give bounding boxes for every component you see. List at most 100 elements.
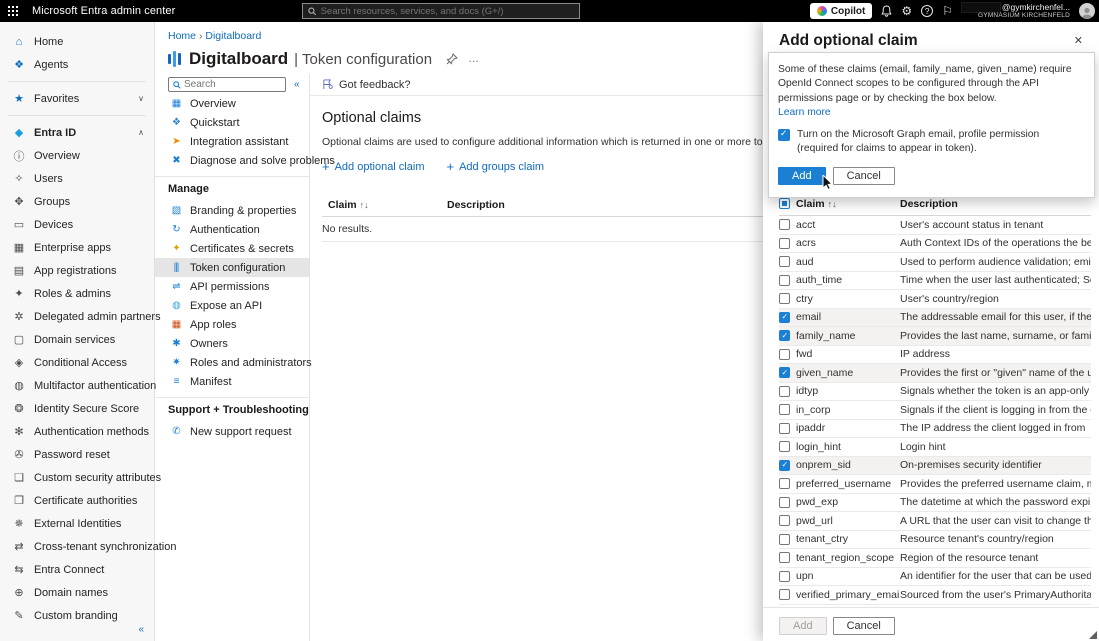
leftnav-item[interactable]: ✦ Roles & admins: [0, 282, 154, 305]
menu-item[interactable]: ↻ Authentication: [155, 220, 309, 239]
graph-permission-option[interactable]: Turn on the Microsoft Graph email, profi…: [778, 128, 1082, 156]
claim-checkbox[interactable]: [779, 552, 790, 563]
claim-checkbox[interactable]: [779, 349, 790, 360]
menu-item[interactable]: ◍ Expose an API: [155, 296, 309, 315]
leftnav-item[interactable]: ✵ External Identities: [0, 512, 154, 535]
claim-row[interactable]: verified_primary_email Sourced from the …: [779, 586, 1091, 605]
claim-row[interactable]: auth_time Time when the user last authen…: [779, 272, 1091, 291]
menu-item[interactable]: ✖ Diagnose and solve problems: [155, 151, 309, 170]
claim-checkbox[interactable]: [779, 515, 790, 526]
leftnav-item[interactable]: ⇆ Entra Connect: [0, 558, 154, 581]
breadcrumb-home-link[interactable]: Home: [168, 30, 196, 42]
menu-item[interactable]: ✆ New support request: [155, 422, 309, 441]
claim-checkbox[interactable]: [779, 367, 790, 378]
leftnav-item[interactable]: ⇄ Cross-tenant synchronization: [0, 535, 154, 558]
claim-checkbox[interactable]: [779, 275, 790, 286]
menu-item[interactable]: ✱ Owners: [155, 334, 309, 353]
claim-row[interactable]: ipaddr The IP address the client logged …: [779, 420, 1091, 439]
claim-checkbox[interactable]: [779, 571, 790, 582]
claim-column-header[interactable]: Claim↑↓: [796, 198, 900, 210]
breadcrumb-current-link[interactable]: Digitalboard: [205, 30, 261, 42]
claim-checkbox[interactable]: [779, 423, 790, 434]
dialog-learn-more-link[interactable]: Learn more: [778, 107, 831, 118]
menu-item[interactable]: ✷ Roles and administrators: [155, 353, 309, 372]
claim-row[interactable]: preferred_username Provides the preferre…: [779, 475, 1091, 494]
claim-row[interactable]: aud Used to perform audience validation;…: [779, 253, 1091, 272]
leftnav-item[interactable]: ◍ Multifactor authentication: [0, 374, 154, 397]
panel-resize-handle[interactable]: [1089, 631, 1097, 639]
leftnav-item[interactable]: ▢ Domain services: [0, 328, 154, 351]
menu-item[interactable]: ✦ Certificates & secrets: [155, 239, 309, 258]
claim-row[interactable]: acct User's account status in tenant: [779, 216, 1091, 235]
menu-item[interactable]: ▧ Branding & properties: [155, 201, 309, 220]
menu-item[interactable]: ▦ App roles: [155, 315, 309, 334]
claim-checkbox[interactable]: [779, 589, 790, 600]
leftnav-item[interactable]: ✥ Groups: [0, 190, 154, 213]
claim-checkbox[interactable]: [779, 497, 790, 508]
claim-checkbox[interactable]: [779, 256, 790, 267]
leftnav-item[interactable]: ⓘ Overview: [0, 144, 154, 167]
account-menu[interactable]: @gymkirchenfel... GYMNASIUM KIRCHENFELD: [962, 3, 1070, 19]
leftnav-item[interactable]: ✻ Authentication methods: [0, 420, 154, 443]
leftnav-item[interactable]: ⌂ Home: [0, 30, 154, 53]
claim-row[interactable]: pwd_exp The datetime at which the passwo…: [779, 494, 1091, 513]
claim-checkbox[interactable]: [779, 219, 790, 230]
menu-item[interactable]: ▦ Overview: [155, 94, 309, 113]
got-feedback-link[interactable]: Got feedback?: [339, 79, 411, 91]
leftnav-item[interactable]: ▦ Enterprise apps: [0, 236, 154, 259]
claim-checkbox[interactable]: [779, 312, 790, 323]
claim-row[interactable]: tenant_region_scope Region of the resour…: [779, 549, 1091, 568]
graph-permission-checkbox[interactable]: [778, 129, 790, 141]
leftnav-item[interactable]: ❐ Certificate authorities: [0, 489, 154, 512]
leftnav-item[interactable]: ⊕ Domain names: [0, 581, 154, 604]
avatar[interactable]: [1079, 3, 1095, 19]
claim-checkbox[interactable]: [779, 460, 790, 471]
panel-cancel-button[interactable]: Cancel: [833, 617, 895, 635]
more-options-icon[interactable]: …: [468, 53, 479, 65]
menu-item[interactable]: ||| Token configuration: [155, 258, 309, 277]
chevron-up-icon[interactable]: ∧: [138, 128, 144, 137]
settings-gear-icon[interactable]: ⚙: [901, 5, 912, 17]
claim-row[interactable]: email The addressable email for this use…: [779, 309, 1091, 328]
menu-item[interactable]: ➤ Integration assistant: [155, 132, 309, 151]
claim-checkbox[interactable]: [779, 330, 790, 341]
leftnav-item[interactable]: ▭ Devices: [0, 213, 154, 236]
menu-search-input[interactable]: [184, 79, 281, 90]
claim-row[interactable]: onprem_sid On-premises security identifi…: [779, 457, 1091, 476]
claim-checkbox[interactable]: [779, 238, 790, 249]
select-all-checkbox[interactable]: [779, 198, 790, 209]
claim-row[interactable]: acrs Auth Context IDs of the operations …: [779, 235, 1091, 254]
add-optional-claim-button[interactable]: +Add optional claim: [322, 160, 424, 173]
panel-add-button[interactable]: Add: [779, 617, 827, 635]
leftnav-item[interactable]: ✎ Custom branding: [0, 604, 154, 627]
help-icon[interactable]: ?: [921, 5, 933, 17]
claim-checkbox[interactable]: [779, 404, 790, 415]
global-search-input[interactable]: [321, 6, 574, 17]
claim-row[interactable]: in_corp Signals if the client is logging…: [779, 401, 1091, 420]
collapse-sidebar-icon[interactable]: «: [138, 624, 144, 635]
waffle-menu-icon[interactable]: [0, 0, 26, 22]
close-icon[interactable]: ✕: [1072, 32, 1085, 49]
menu-item[interactable]: ❖ Quickstart: [155, 113, 309, 132]
claim-checkbox[interactable]: [779, 441, 790, 452]
claim-checkbox[interactable]: [779, 534, 790, 545]
leftnav-item[interactable]: ❖ Agents: [0, 53, 154, 76]
feedback-icon[interactable]: ⚐: [942, 5, 953, 17]
leftnav-item-favorites[interactable]: ★ Favorites ∨: [0, 87, 154, 110]
dialog-add-button[interactable]: Add: [778, 167, 826, 185]
claim-row[interactable]: given_name Provides the first or "given"…: [779, 364, 1091, 383]
notifications-bell-icon[interactable]: [881, 5, 892, 17]
leftnav-item[interactable]: ✧ Users: [0, 167, 154, 190]
claim-row[interactable]: ctry User's country/region: [779, 290, 1091, 309]
claim-checkbox[interactable]: [779, 386, 790, 397]
leftnav-item-entra-id[interactable]: ◆ Entra ID ∧: [0, 121, 154, 144]
pin-icon[interactable]: [446, 53, 458, 65]
claim-row[interactable]: upn An identifier for the user that can …: [779, 568, 1091, 587]
leftnav-item[interactable]: ❂ Identity Secure Score: [0, 397, 154, 420]
claim-row[interactable]: tenant_ctry Resource tenant's country/re…: [779, 531, 1091, 550]
claim-column-header[interactable]: Claim↑↓: [328, 199, 447, 211]
global-search[interactable]: [302, 3, 580, 19]
menu-search[interactable]: [168, 77, 286, 92]
leftnav-item[interactable]: ▤ App registrations: [0, 259, 154, 282]
leftnav-item[interactable]: ✇ Password reset: [0, 443, 154, 466]
